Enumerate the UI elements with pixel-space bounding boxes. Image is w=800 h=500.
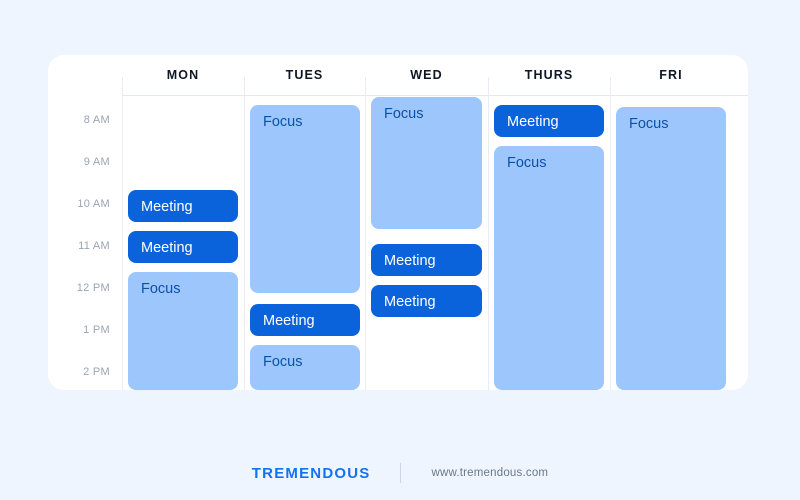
event-label: Focus: [263, 354, 303, 370]
event-wed-meeting-1[interactable]: Meeting: [371, 244, 482, 276]
event-fri-focus-1[interactable]: Focus: [616, 107, 726, 390]
column-divider-gutter: [122, 77, 123, 390]
event-label: Focus: [507, 155, 547, 171]
event-wed-focus-1[interactable]: Focus: [371, 97, 482, 229]
day-header-fri: FRI: [659, 68, 683, 82]
day-header-wed: WED: [410, 68, 443, 82]
weekly-calendar-card: MON TUES WED THURS FRI 8 AM 9 AM 10 AM 1…: [48, 55, 748, 390]
column-divider-thurs-fri: [610, 77, 611, 390]
column-divider-tues-wed: [365, 77, 366, 390]
time-label-8am: 8 AM: [83, 114, 110, 126]
event-tues-meeting-1[interactable]: Meeting: [250, 304, 360, 336]
event-mon-focus-1[interactable]: Focus: [128, 272, 238, 390]
event-tues-focus-1[interactable]: Focus: [250, 105, 360, 293]
page-footer: TREMENDOUS www.tremendous.com: [0, 462, 800, 484]
event-label: Focus: [384, 106, 424, 122]
time-label-12pm: 12 PM: [76, 282, 110, 294]
time-label-2pm: 2 PM: [83, 366, 110, 378]
day-header-row: MON TUES WED THURS FRI: [48, 55, 748, 95]
column-divider-mon-tues: [244, 77, 245, 390]
event-wed-meeting-2[interactable]: Meeting: [371, 285, 482, 317]
event-label: Meeting: [384, 294, 436, 310]
event-label: Meeting: [141, 199, 193, 215]
header-separator-line: [122, 95, 748, 96]
day-header-tues: TUES: [285, 68, 324, 82]
event-label: Focus: [629, 116, 669, 132]
event-thurs-meeting-1[interactable]: Meeting: [494, 105, 604, 137]
event-tues-focus-2[interactable]: Focus: [250, 345, 360, 390]
footer-website-url[interactable]: www.tremendous.com: [431, 467, 548, 479]
footer-divider: [400, 463, 402, 483]
column-divider-wed-thurs: [488, 77, 489, 390]
event-label: Meeting: [507, 114, 559, 130]
event-label: Focus: [263, 114, 303, 130]
day-header-mon: MON: [166, 68, 200, 82]
time-label-11am: 11 AM: [78, 240, 110, 252]
time-label-1pm: 1 PM: [83, 324, 110, 336]
event-label: Meeting: [263, 313, 315, 329]
event-label: Meeting: [141, 240, 193, 256]
event-mon-meeting-2[interactable]: Meeting: [128, 231, 238, 263]
time-label-10am: 10 AM: [77, 198, 110, 210]
day-header-thurs: THURS: [524, 68, 574, 82]
event-thurs-focus-1[interactable]: Focus: [494, 146, 604, 390]
event-mon-meeting-1[interactable]: Meeting: [128, 190, 238, 222]
event-label: Focus: [141, 281, 181, 297]
brand-wordmark: TREMENDOUS: [251, 464, 371, 482]
event-label: Meeting: [384, 253, 436, 269]
time-label-9am: 9 AM: [83, 156, 110, 168]
